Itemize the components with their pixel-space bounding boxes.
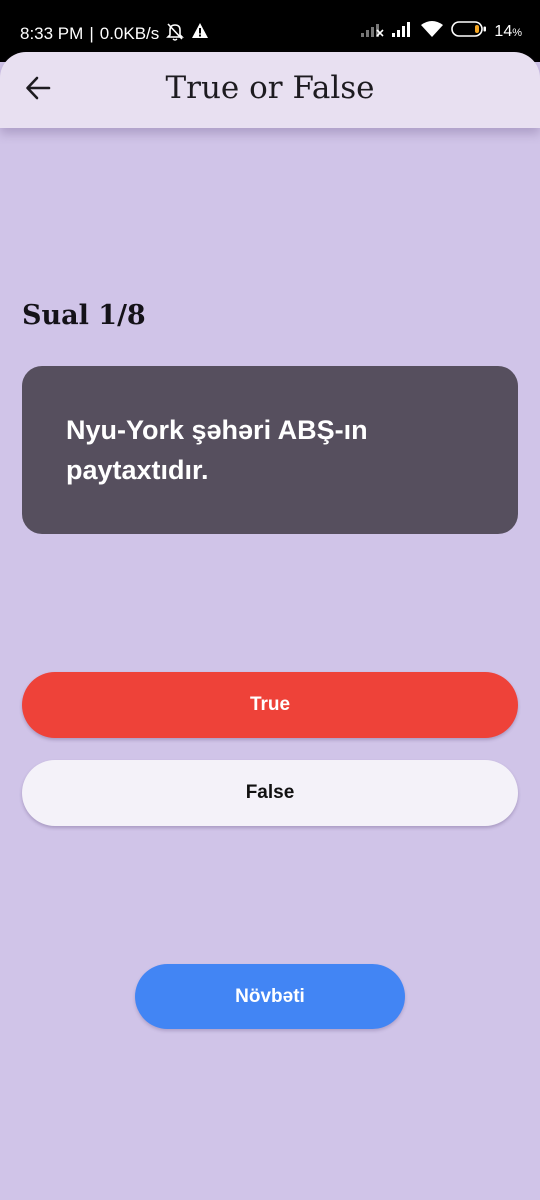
true-button[interactable]: True — [22, 672, 518, 738]
app-bar: True or False — [0, 52, 540, 128]
warning-icon — [191, 22, 209, 45]
battery-unit: % — [512, 26, 522, 39]
battery-level: 14% — [494, 22, 522, 40]
status-separator: | — [89, 23, 94, 43]
question-card: Nyu-York şəhəri ABŞ-ın paytaxtıdır. — [22, 366, 518, 534]
status-time: 8:33 PM — [20, 23, 84, 43]
battery-icon — [451, 20, 487, 43]
question-text: Nyu-York şəhəri ABŞ-ın paytaxtıdır. — [66, 415, 368, 485]
page-title: True or False — [165, 70, 375, 106]
question-counter: Sual 1/8 — [22, 300, 146, 331]
signal-icon — [391, 20, 413, 43]
next-button[interactable]: Növbəti — [135, 964, 405, 1029]
quiz-screen: 8:33 PM | 0.0KB/s 14% True or False Sual… — [0, 0, 540, 1200]
status-right: 14% — [360, 20, 522, 43]
status-left: 8:33 PM | 0.0KB/s — [20, 21, 209, 46]
signal-no-data-icon — [360, 20, 384, 43]
network-speed: 0.0KB/s — [99, 23, 160, 43]
false-button[interactable]: False — [22, 760, 518, 826]
wifi-icon — [420, 20, 444, 43]
mute-bell-icon — [165, 21, 185, 46]
